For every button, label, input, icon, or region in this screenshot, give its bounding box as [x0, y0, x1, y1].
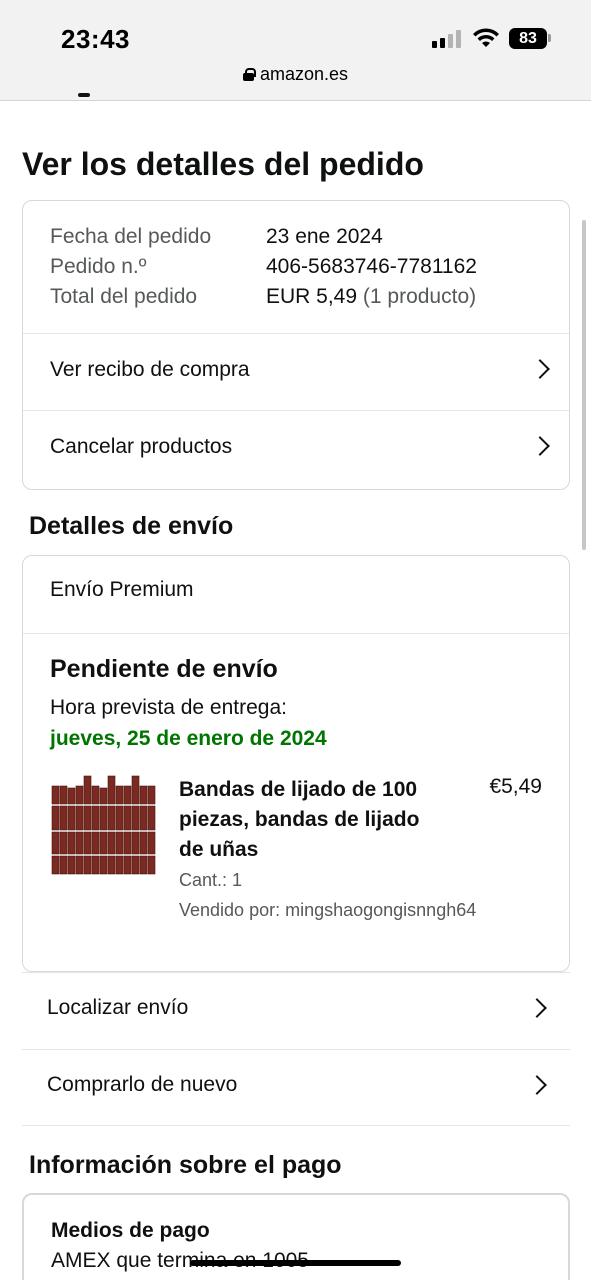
browser-top-bar: 23:43 83 amazon.es	[0, 0, 591, 101]
chevron-right-icon	[527, 1075, 547, 1095]
order-total-count: (1 producto)	[362, 285, 477, 308]
product-seller[interactable]: Vendido por: mingshaogongisnngh64	[179, 900, 476, 921]
delivery-eta-label: Hora prevista de entrega:	[50, 696, 287, 719]
order-date-row: Fecha del pedido 23 ene 2024	[50, 225, 383, 249]
page-title: Ver los detalles del pedido	[22, 146, 424, 182]
clipped-content	[78, 93, 90, 97]
order-total-amount: EUR 5,49	[266, 285, 358, 308]
chevron-right-icon	[530, 436, 550, 456]
order-number-label: Pedido n.º	[50, 255, 147, 278]
shipment-card: Envío Premium Pendiente de envío Hora pr…	[22, 555, 570, 972]
track-shipment-label: Localizar envío	[47, 996, 189, 1019]
cancel-products-label: Cancelar productos	[50, 435, 233, 458]
product-quantity: Cant.: 1	[179, 870, 243, 890]
buy-again-link[interactable]: Comprarlo de nuevo	[22, 1049, 570, 1126]
chevron-right-icon	[527, 998, 547, 1018]
shipping-type: Envío Premium	[50, 578, 194, 601]
product-title-link[interactable]: Bandas de lijado de 100 piezas, bandas d…	[179, 775, 439, 865]
battery-tip	[548, 34, 551, 42]
track-shipment-link[interactable]: Localizar envío	[22, 972, 570, 1049]
signal-icon	[432, 30, 462, 48]
order-date-value: 23 ene 2024	[266, 225, 383, 248]
wifi-icon	[473, 28, 499, 47]
order-date-label: Fecha del pedido	[50, 225, 212, 248]
payment-heading: Información sobre el pago	[29, 1151, 342, 1179]
url-text: amazon.es	[259, 64, 349, 84]
status-time: 23:43	[61, 24, 130, 54]
chevron-right-icon	[530, 359, 550, 379]
view-receipt-link[interactable]: Ver recibo de compra	[23, 333, 569, 410]
lock-icon	[242, 68, 256, 81]
delivery-eta-date: jueves, 25 de enero de 2024	[50, 727, 327, 750]
shipping-heading: Detalles de envío	[29, 512, 234, 540]
address-bar[interactable]: amazon.es	[0, 64, 591, 85]
product-image[interactable]	[50, 774, 156, 878]
payment-card: Medios de pago AMEX que termina en 1005	[22, 1193, 570, 1280]
payment-methods-label: Medios de pago	[51, 1219, 210, 1242]
order-number-value: 406-5683746-7781162	[266, 255, 477, 278]
product-price: €5,49	[489, 775, 542, 798]
shipment-status: Pendiente de envío	[50, 655, 278, 683]
battery-icon: 83	[509, 28, 547, 49]
divider	[23, 633, 569, 634]
order-number-row: Pedido n.º 406-5683746-7781162	[50, 255, 477, 279]
order-total-row: Total del pedido EUR 5,49 (1 producto)	[50, 285, 476, 309]
scrollbar[interactable]	[582, 220, 586, 550]
cancel-products-link[interactable]: Cancelar productos	[23, 410, 569, 487]
order-total-label: Total del pedido	[50, 285, 198, 308]
view-receipt-label: Ver recibo de compra	[50, 358, 250, 381]
order-summary-card: Fecha del pedido 23 ene 2024 Pedido n.º …	[22, 200, 570, 490]
buy-again-label: Comprarlo de nuevo	[47, 1073, 238, 1096]
order-total-value: EUR 5,49 (1 producto)	[266, 285, 476, 309]
home-indicator[interactable]	[190, 1260, 401, 1266]
